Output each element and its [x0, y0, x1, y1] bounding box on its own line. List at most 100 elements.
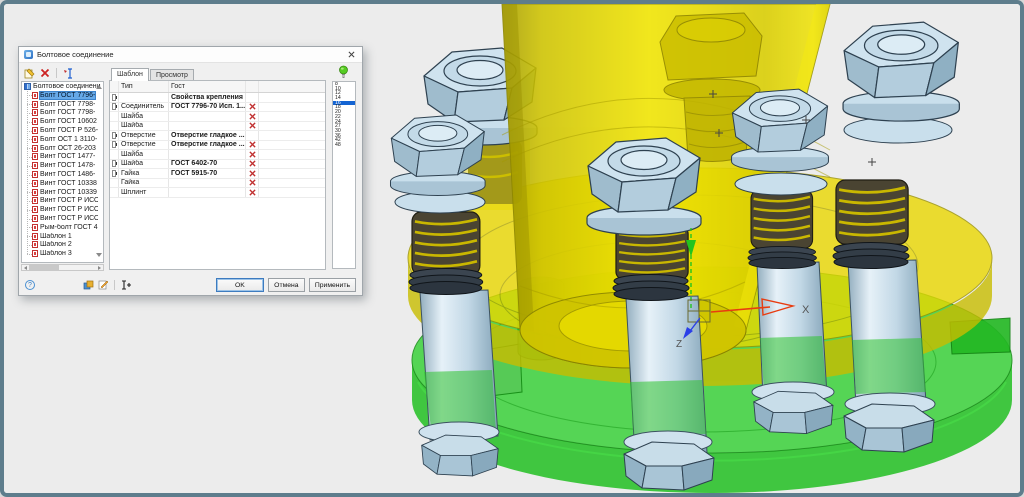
table-row[interactable]: Свойства крепления: [110, 93, 325, 103]
row-type: Отверстие: [119, 131, 169, 140]
table-row[interactable]: Шайба: [110, 112, 325, 122]
row-type: Соединитель: [119, 103, 169, 112]
delete-row-icon[interactable]: [249, 122, 256, 129]
row-type: Гайка: [119, 179, 169, 188]
template-tree[interactable]: Болтовое соединени Болт ГОСТ 7796- Болт …: [21, 81, 104, 263]
tab-strip: Шаблон Просмотр: [111, 66, 195, 81]
fastener-table: Тип Гост Свойства крепления: [109, 80, 326, 270]
table-row[interactable]: Шайба: [110, 150, 325, 160]
tree-item-label: Винт ГОСТ 10338: [40, 180, 97, 187]
tree-root[interactable]: Болтовое соединени: [22, 82, 103, 91]
apply-button[interactable]: Применить: [309, 278, 356, 292]
tree-item-label: Болт ГОСТ Р 526-: [40, 127, 98, 134]
row-gost: Отверстие гладкое ...: [169, 141, 246, 150]
dialog-footer: ? OK Отмена Применить: [19, 275, 362, 295]
tree-item[interactable]: Болт ОСТ 26-203: [22, 144, 103, 153]
tree-item[interactable]: Винт ГОСТ 10339: [22, 188, 103, 197]
table-row[interactable]: Отверстие Отверстие гладкое ...: [110, 131, 325, 141]
size-list[interactable]: 8 10 12 14 16 18 20 22 24 27 30 36: [332, 81, 356, 269]
row-gost: [169, 122, 246, 131]
tree-item[interactable]: Болт ГОСТ 7798-: [22, 109, 103, 118]
delete-row-icon[interactable]: [249, 170, 256, 177]
expand-icon[interactable]: [112, 94, 116, 101]
expand-icon[interactable]: [112, 132, 116, 139]
delete-row-icon[interactable]: [249, 103, 256, 110]
tree-item[interactable]: Винт ГОСТ 1486-: [22, 170, 103, 179]
cancel-button[interactable]: Отмена: [268, 278, 305, 292]
tree-item-label: Винт ГОСТ Р ИСО: [40, 215, 98, 222]
edit-template-icon[interactable]: [98, 280, 109, 290]
bolt-item-icon: [32, 180, 38, 187]
delete-row-icon[interactable]: [249, 113, 256, 120]
tab-template[interactable]: Шаблон: [111, 68, 149, 81]
bolt-item-icon: [32, 118, 38, 125]
dialog-titlebar[interactable]: Болтовое соединение: [19, 47, 362, 63]
tree-item[interactable]: Винт ГОСТ Р ИСО: [22, 197, 103, 206]
expand-icon[interactable]: [112, 141, 116, 148]
table-row[interactable]: Соединитель ГОСТ 7796-70 Исп. 1...: [110, 103, 325, 113]
scroll-left-icon[interactable]: [24, 266, 27, 270]
toolbar-separator: [56, 68, 57, 78]
library-icon[interactable]: [83, 280, 94, 290]
scroll-up-icon[interactable]: [96, 85, 102, 89]
preview-bulb-icon[interactable]: [338, 65, 349, 79]
insert-icon[interactable]: [120, 280, 132, 290]
delete-row-icon[interactable]: [249, 141, 256, 148]
scroll-right-icon[interactable]: [98, 266, 101, 270]
tree-item[interactable]: Винт ГОСТ Р ИСО: [22, 214, 103, 223]
tree-item[interactable]: Болт ГОСТ Р 526-: [22, 126, 103, 135]
row-gost: Свойства крепления: [169, 93, 246, 102]
tree-item-label: Винт ГОСТ Р ИСО: [40, 206, 98, 213]
rename-icon[interactable]: [62, 67, 74, 79]
tree-item[interactable]: Болт ОСТ 1 3110-: [22, 135, 103, 144]
tree-item-label: Болт ГОСТ 7798-: [40, 109, 95, 116]
delete-icon[interactable]: [39, 67, 51, 79]
table-row[interactable]: Шайба: [110, 122, 325, 132]
table-row[interactable]: Гайка ГОСТ 5915-70: [110, 169, 325, 179]
bolt-item-icon: [32, 206, 38, 213]
new-template-icon[interactable]: [23, 67, 35, 79]
tree-item[interactable]: Винт ГОСТ 1478-: [22, 161, 103, 170]
row-gost: ГОСТ 5915-70: [169, 169, 246, 178]
help-icon[interactable]: ?: [25, 280, 35, 290]
tree-item[interactable]: Болт ГОСТ 7798-: [22, 100, 103, 109]
ok-button[interactable]: OK: [216, 278, 264, 292]
table-row[interactable]: Шплинт: [110, 188, 325, 198]
expand-icon[interactable]: [112, 103, 116, 110]
tree-item[interactable]: Болт ГОСТ 10602: [22, 117, 103, 126]
row-type: Отверстие: [119, 141, 169, 150]
expand-icon[interactable]: [112, 160, 116, 167]
tree-item-label: Болт ОСТ 1 3110-: [40, 136, 97, 143]
tree-item[interactable]: Рым-болт ГОСТ 4: [22, 223, 103, 232]
tree-horizontal-scrollbar[interactable]: [21, 264, 104, 271]
tree-item[interactable]: Болт ГОСТ 7796-: [22, 91, 103, 100]
row-type: Шайба: [119, 160, 169, 169]
row-gost: [169, 112, 246, 121]
tree-item-label: Болт ГОСТ 7798-: [40, 101, 95, 108]
bolt-item-icon: [32, 127, 38, 134]
bolt-item-icon: [32, 197, 38, 204]
scrollbar-thumb[interactable]: [29, 265, 59, 270]
scroll-down-icon[interactable]: [96, 253, 102, 257]
delete-row-icon[interactable]: [249, 160, 256, 167]
table-row[interactable]: Гайка: [110, 179, 325, 189]
tree-item[interactable]: Шаблон 2: [22, 241, 103, 250]
table-row[interactable]: Шайба ГОСТ 6402-70: [110, 160, 325, 170]
tree-item[interactable]: Шаблон 3: [22, 249, 103, 258]
z-axis-label: Z: [676, 339, 682, 350]
tree-item[interactable]: Винт ГОСТ Р ИСО: [22, 205, 103, 214]
tree-item[interactable]: Винт ГОСТ 1477-: [22, 153, 103, 162]
bolt-item-icon: [32, 241, 38, 248]
tree-item-label: Винт ГОСТ 1477-: [40, 153, 95, 160]
delete-row-icon[interactable]: [249, 189, 256, 196]
table-row[interactable]: Отверстие Отверстие гладкое ...: [110, 141, 325, 151]
app-icon: [24, 50, 33, 59]
delete-row-icon[interactable]: [249, 151, 256, 158]
close-icon[interactable]: [345, 49, 357, 61]
size-item[interactable]: 48: [333, 143, 355, 148]
tree-item[interactable]: Шаблон 1: [22, 232, 103, 241]
tree-item[interactable]: Винт ГОСТ 10338: [22, 179, 103, 188]
dialog-title: Болтовое соединение: [37, 50, 114, 59]
expand-icon[interactable]: [112, 170, 116, 177]
delete-row-icon[interactable]: [249, 179, 256, 186]
